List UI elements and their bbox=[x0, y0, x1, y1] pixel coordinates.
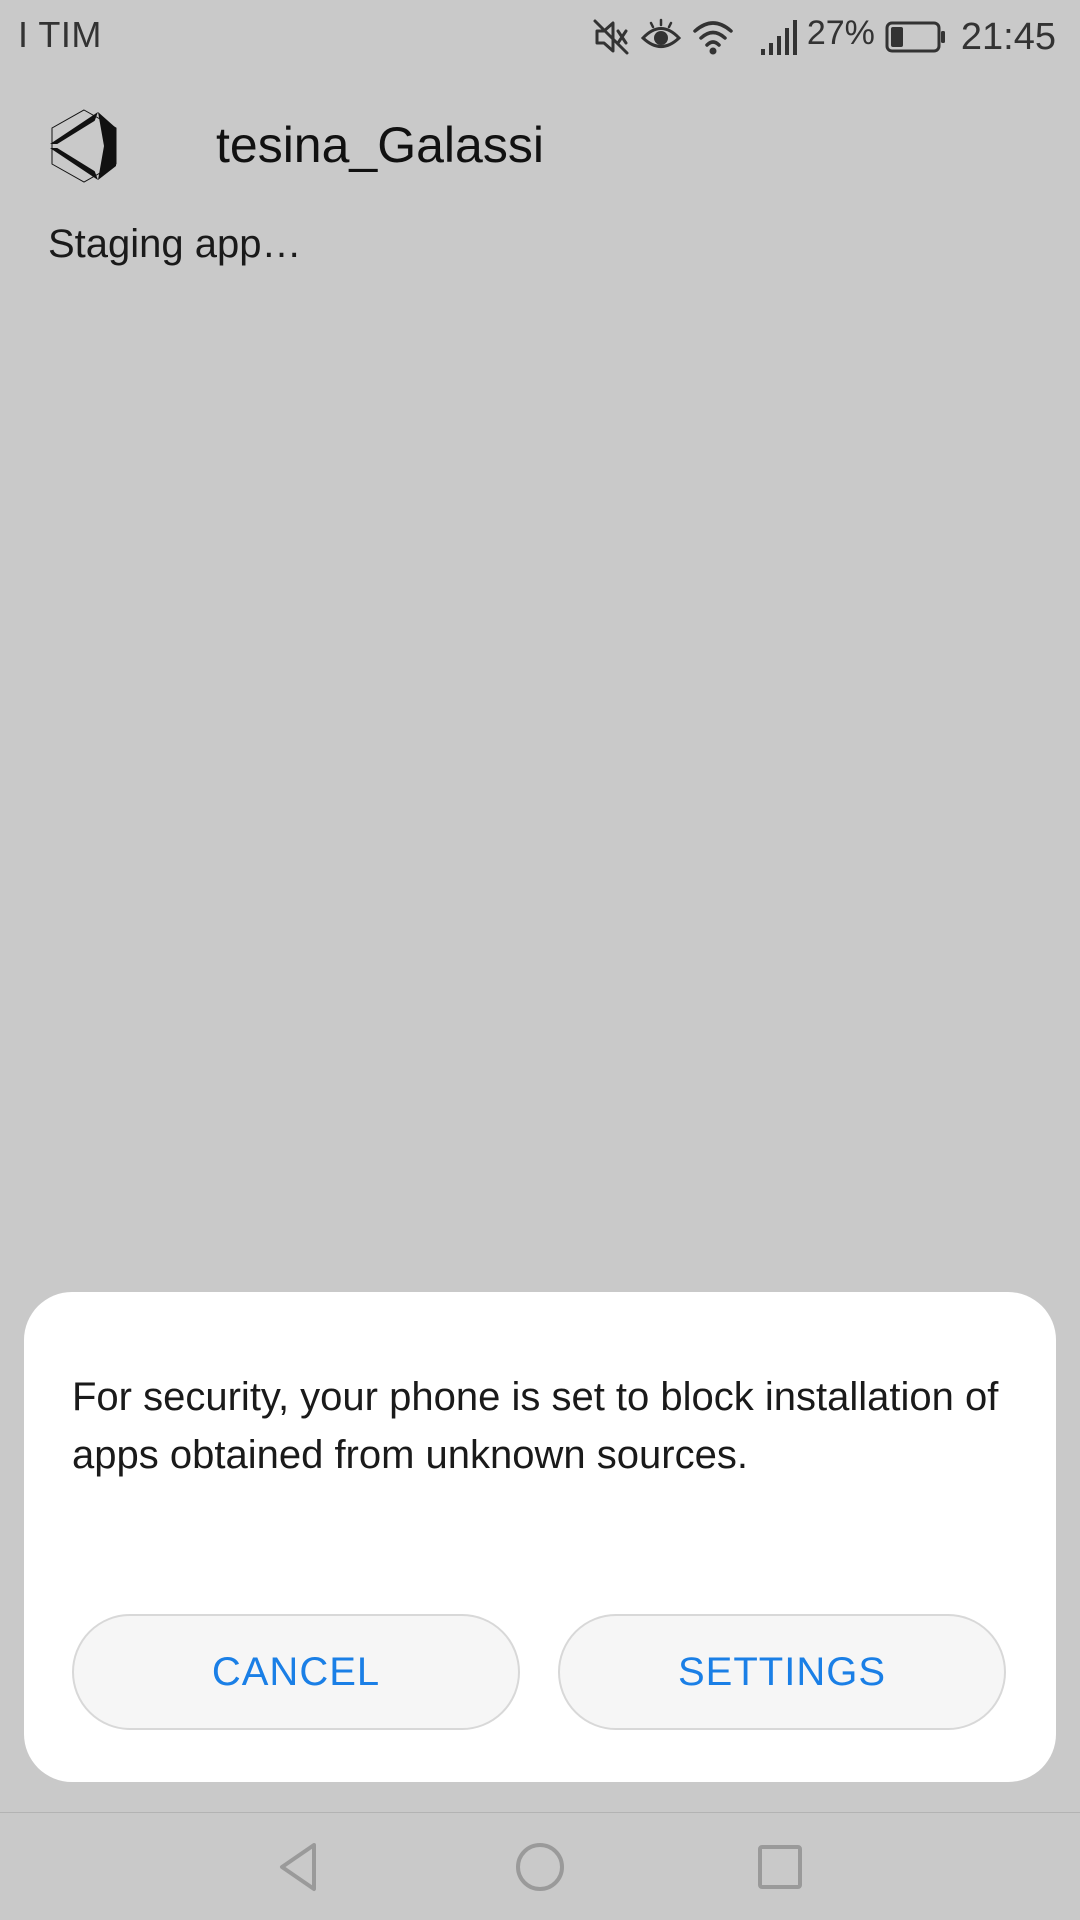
unknown-sources-dialog: For security, your phone is set to block… bbox=[24, 1292, 1056, 1782]
back-icon[interactable] bbox=[268, 1835, 332, 1899]
battery-percent: 27% bbox=[806, 13, 875, 52]
app-header: tesina_Galassi bbox=[0, 96, 1080, 198]
app-title: tesina_Galassi bbox=[216, 117, 544, 173]
home-icon[interactable] bbox=[508, 1835, 572, 1899]
battery-icon bbox=[885, 21, 947, 53]
recents-icon[interactable] bbox=[748, 1835, 812, 1899]
eye-icon bbox=[640, 17, 681, 57]
unity-logo-icon bbox=[46, 106, 122, 186]
status-bar: I TIM 27% 21:45 bbox=[0, 0, 1080, 74]
staging-status-text: Staging app… bbox=[48, 222, 302, 266]
mute-icon bbox=[591, 17, 631, 57]
clock: 21:45 bbox=[960, 15, 1056, 58]
cancel-button[interactable]: CANCEL bbox=[72, 1614, 520, 1730]
carrier-name: I TIM bbox=[18, 14, 102, 55]
settings-button[interactable]: SETTINGS bbox=[558, 1614, 1006, 1730]
status-icons: 27% 21:45 bbox=[591, 10, 1056, 64]
navigation-bar bbox=[0, 1813, 1080, 1920]
wifi-icon bbox=[691, 17, 735, 57]
signal-icon bbox=[759, 17, 799, 57]
dialog-message: For security, your phone is set to block… bbox=[72, 1375, 999, 1477]
